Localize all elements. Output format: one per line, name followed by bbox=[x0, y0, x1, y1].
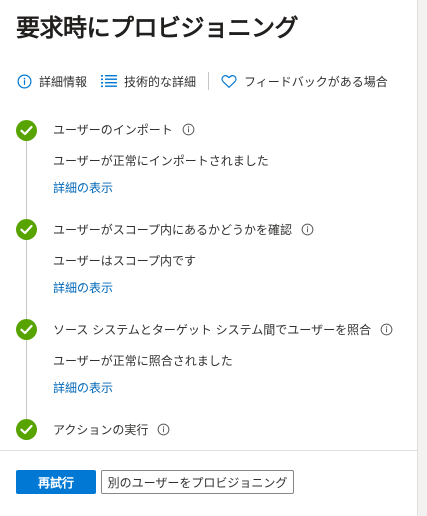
feedback-label: フィードバックがある場合 bbox=[244, 74, 388, 89]
step-title: アクションの実行 bbox=[53, 421, 170, 438]
technical-details-button[interactable]: 技術的な詳細 bbox=[101, 73, 196, 90]
step-status: ユーザーはスコープ内です bbox=[53, 254, 197, 268]
view-details-link[interactable]: 詳細の表示 bbox=[53, 379, 113, 396]
step-title: ソース システムとターゲット システム間でユーザーを照合 bbox=[53, 321, 393, 338]
success-check-icon bbox=[16, 120, 37, 141]
scrollbar[interactable] bbox=[417, 0, 427, 516]
view-details-link[interactable]: 詳細の表示 bbox=[53, 279, 113, 296]
details-label: 詳細情報 bbox=[39, 74, 88, 89]
technical-details-label: 技術的な詳細 bbox=[124, 74, 197, 89]
step-status: ユーザーが正常にインポートされました bbox=[53, 154, 269, 168]
step-title: ユーザーがスコープ内にあるかどうかを確認 bbox=[53, 221, 314, 238]
provision-another-user-button[interactable]: 別のユーザーをプロビジョニング bbox=[101, 470, 294, 494]
info-icon bbox=[16, 73, 32, 89]
bulleted-list-icon bbox=[101, 73, 118, 89]
step-title-text: アクションの実行 bbox=[53, 423, 149, 437]
success-check-icon bbox=[16, 219, 37, 240]
success-check-icon bbox=[16, 419, 37, 440]
info-icon[interactable] bbox=[157, 423, 170, 436]
info-icon[interactable] bbox=[380, 323, 393, 336]
provision-on-demand-panel: 要求時にプロビジョニング 詳細情報 技術的な詳細 フィードバックがある場合 ユー… bbox=[0, 0, 417, 516]
toolbar: 詳細情報 技術的な詳細 フィードバックがある場合 bbox=[16, 68, 388, 94]
info-icon[interactable] bbox=[301, 223, 314, 236]
retry-button[interactable]: 再試行 bbox=[16, 470, 96, 494]
step-title: ユーザーのインポート bbox=[53, 121, 195, 138]
view-details-link[interactable]: 詳細の表示 bbox=[53, 179, 113, 196]
info-icon[interactable] bbox=[182, 123, 195, 136]
footer-divider bbox=[0, 450, 417, 451]
page-title: 要求時にプロビジョニング bbox=[16, 14, 299, 42]
heart-icon bbox=[221, 73, 237, 89]
step-title-text: ソース システムとターゲット システム間でユーザーを照合 bbox=[53, 323, 372, 337]
step-title-text: ユーザーのインポート bbox=[53, 123, 173, 137]
toolbar-divider bbox=[208, 72, 210, 90]
feedback-button[interactable]: フィードバックがある場合 bbox=[221, 73, 388, 90]
timeline-connector bbox=[26, 130, 27, 432]
step-status: ユーザーが正常に照合されました bbox=[53, 354, 233, 368]
step-title-text: ユーザーがスコープ内にあるかどうかを確認 bbox=[53, 223, 293, 237]
details-button[interactable]: 詳細情報 bbox=[16, 73, 87, 90]
success-check-icon bbox=[16, 319, 37, 340]
